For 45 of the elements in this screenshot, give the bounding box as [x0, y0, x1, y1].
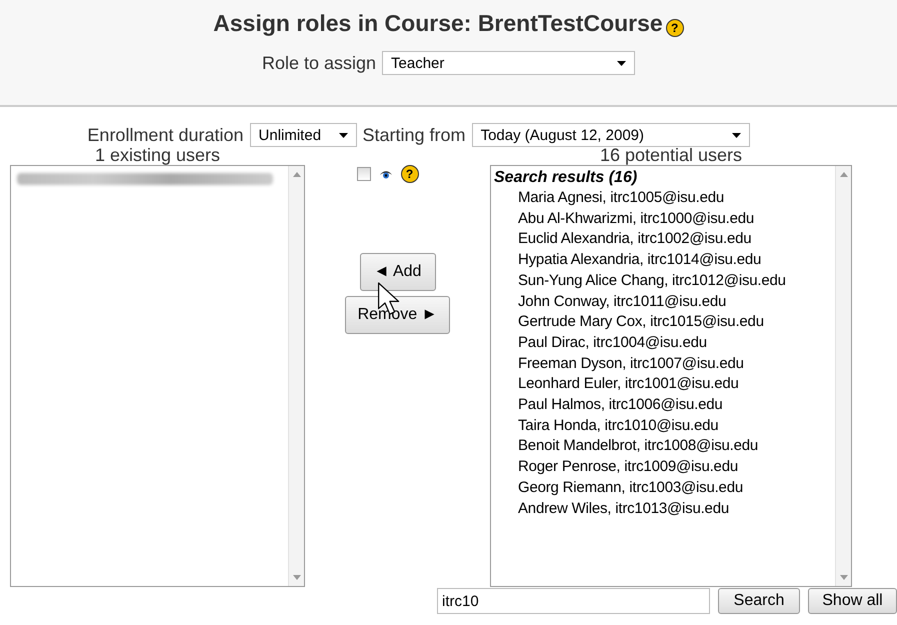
column-heading: 1 existing users [94, 145, 220, 165]
potential-users-list[interactable] [490, 165, 852, 587]
user-option[interactable]: Leonhard Euler, itrc1001@isu.edu [494, 374, 832, 396]
field-label: Starting from [362, 124, 466, 146]
search-button[interactable]: Search [718, 588, 800, 614]
user-option[interactable]: Euclid Alexandria, itrc1002@isu.edu [494, 229, 832, 250]
checkbox[interactable] [356, 167, 370, 181]
scroll-down-icon[interactable] [840, 575, 848, 580]
scroll-up-icon[interactable] [840, 172, 848, 177]
field-label: Role to assign [262, 52, 376, 74]
user-option[interactable]: Freeman Dyson, itrc1007@isu.edu [494, 354, 832, 374]
group-label: Search results (16) [494, 168, 638, 188]
search-field[interactable]: itrc10 [437, 588, 710, 614]
user-option[interactable]: Andrew Wiles, itrc1013@isu.edu [494, 498, 832, 520]
field-label: Enrollment duration [87, 124, 244, 146]
scroll-up-icon[interactable] [292, 172, 300, 177]
user-option[interactable]: Abu Al-Khwarizmi, itrc1000@isu.edu [494, 208, 832, 230]
eye-icon[interactable] [378, 169, 392, 179]
user-option[interactable]: Benoit Mandelbrot, itrc1008@isu.edu [494, 436, 832, 458]
user-option[interactable]: Georg Riemann, itrc1003@isu.edu [494, 478, 832, 499]
user-option[interactable]: Paul Halmos, itrc1006@isu.edu [494, 395, 832, 416]
duration-select[interactable]: Unlimited [250, 123, 357, 147]
caret-icon [617, 60, 626, 66]
user-option[interactable]: Roger Penrose, itrc1009@isu.edu [494, 457, 832, 478]
scrollbar[interactable] [835, 166, 851, 586]
page-title: Assign roles in Course: BrentTestCourse [213, 10, 663, 37]
user-option[interactable]: Sun-Yung Alice Chang, itrc1012@isu.edu [494, 270, 832, 292]
user-option[interactable]: Paul Dirac, itrc1004@isu.edu [494, 332, 832, 354]
user-option[interactable]: John Conway, itrc1011@isu.edu [494, 292, 832, 312]
user-option[interactable]: Maria Agnesi, itrc1005@isu.edu [494, 188, 832, 209]
help-icon[interactable]: ? [666, 19, 684, 37]
start-date-select[interactable]: Today (August 12, 2009) [472, 123, 750, 147]
existing-users-list[interactable] [10, 165, 305, 587]
user-option[interactable]: Hypatia Alexandria, itrc1014@isu.edu [494, 250, 832, 271]
show-all-button[interactable]: Show all [808, 588, 897, 614]
help-icon[interactable]: ? [400, 165, 418, 183]
scrollbar[interactable] [288, 166, 304, 586]
caret-icon [338, 132, 348, 138]
scroll-down-icon[interactable] [292, 575, 300, 580]
role-select[interactable]: Teacher [382, 51, 636, 75]
column-heading: 16 potential users [600, 145, 742, 165]
add-button[interactable]: ◄ Add [360, 253, 436, 291]
caret-icon [732, 132, 741, 138]
user-option[interactable]: Taira Honda, itrc1010@isu.edu [494, 416, 832, 436]
user-option[interactable]: Gertrude Mary Cox, itrc1015@isu.edu [494, 312, 832, 333]
